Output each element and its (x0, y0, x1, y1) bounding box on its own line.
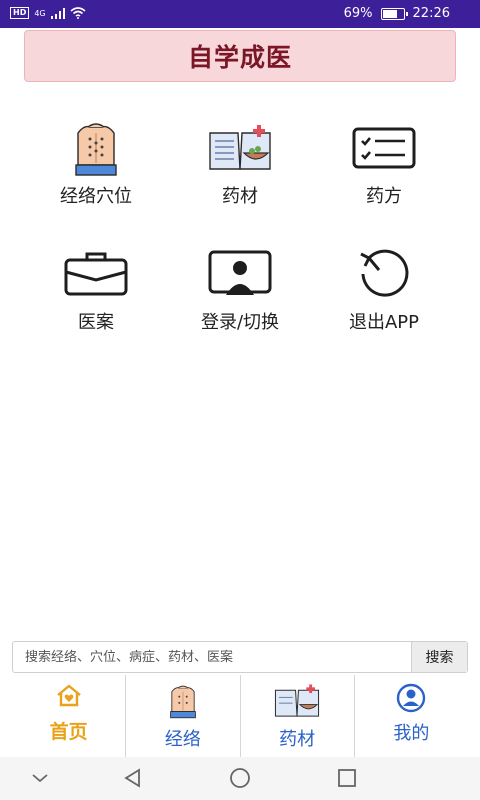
recents-square-icon[interactable] (337, 768, 357, 788)
briefcase-icon (64, 252, 128, 296)
search-bar: 搜索 (12, 641, 468, 673)
search-button[interactable]: 搜索 (411, 642, 467, 672)
tile-icon-wrap (304, 244, 464, 304)
page-title: 自学成医 (187, 43, 292, 72)
tile-label: 退出APP (348, 312, 420, 333)
status-left: HD 4G (10, 7, 86, 19)
tab-label: 经络 (164, 729, 201, 750)
search-input[interactable] (13, 642, 411, 672)
tab-meridians[interactable]: 经络 (125, 675, 239, 757)
rotate-back-icon (360, 249, 409, 297)
user-monitor-icon (208, 250, 272, 295)
user-circle-icon (397, 683, 426, 713)
tab-home[interactable]: 首页 (12, 675, 125, 757)
page-header: 自学成医 (24, 30, 456, 82)
back-acupoints-icon (75, 123, 117, 176)
clock: 22:26 (412, 6, 450, 21)
chevron-down-icon[interactable] (30, 768, 50, 788)
tab-profile[interactable]: 我的 (353, 675, 468, 757)
system-nav-bar (0, 757, 480, 800)
tab-herbs[interactable]: 药材 (239, 675, 354, 757)
battery-percent: 69% (343, 6, 373, 21)
back-triangle-icon[interactable] (123, 768, 143, 788)
bottom-tab-bar: 首页 经络 药材 我的 (12, 675, 468, 757)
home-heart-icon (56, 684, 81, 707)
tile-exit-app[interactable]: 退出APP (304, 244, 464, 336)
tile-label: 经络穴位 (60, 186, 132, 207)
herb-book-icon (275, 684, 320, 717)
status-bar: HD 4G 69% 22:26 (0, 0, 480, 28)
tab-label: 药材 (279, 729, 316, 750)
tab-label: 首页 (49, 721, 88, 743)
battery-icon (380, 7, 408, 20)
tile-medical-cases[interactable]: 医案 (16, 244, 176, 336)
home-circle-icon[interactable] (229, 768, 251, 790)
battery-level (382, 9, 397, 18)
tile-icon-wrap (16, 244, 176, 304)
tab-label: 我的 (393, 723, 430, 744)
herb-book-icon (209, 125, 271, 170)
network-type: 4G (34, 8, 46, 18)
back-acupoints-icon (170, 685, 196, 719)
tile-label: 药材 (222, 186, 258, 207)
tile-prescriptions[interactable]: 药方 (304, 118, 464, 210)
tile-herbs[interactable]: 药材 (160, 118, 320, 210)
hd-badge: HD (10, 7, 30, 19)
checklist-icon (352, 127, 416, 169)
tile-label: 药方 (366, 186, 402, 207)
tile-login-switch[interactable]: 登录/切换 (160, 244, 320, 336)
tile-icon-wrap (160, 244, 320, 304)
signal-icon (50, 7, 65, 19)
tile-icon-wrap (16, 118, 176, 178)
tile-meridian-acupoints[interactable]: 经络穴位 (16, 118, 176, 210)
tile-label: 登录/切换 (200, 312, 280, 333)
tile-icon-wrap (160, 118, 320, 178)
tile-label: 医案 (78, 312, 114, 333)
wifi-icon (70, 7, 86, 19)
status-right: 69% 22:26 (344, 6, 450, 21)
tile-icon-wrap (304, 118, 464, 178)
